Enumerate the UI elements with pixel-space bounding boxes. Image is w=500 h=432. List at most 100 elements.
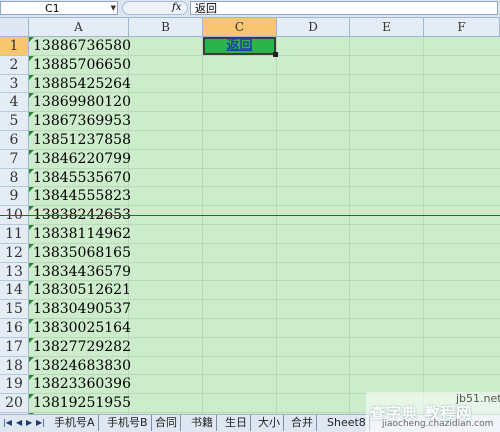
chevron-down-icon[interactable]: ▼ [111, 2, 116, 15]
column-header-b[interactable]: B [129, 18, 203, 37]
row-header[interactable]: 3 [0, 74, 29, 94]
number-as-text-indicator-icon [29, 319, 34, 324]
cell-a[interactable]: 13830025164 [29, 319, 131, 338]
cell-a[interactable]: 13886736580 [29, 37, 131, 56]
row-header[interactable]: 9 [0, 187, 29, 207]
cell-a[interactable]: 13869980120 [29, 93, 131, 112]
cell-value: 13823360396 [33, 376, 131, 393]
cell-a[interactable]: 13823360396 [29, 375, 131, 394]
cell-a[interactable]: 13830490537 [29, 300, 131, 319]
cell-a[interactable]: 13830512621 [29, 281, 131, 300]
cell-value: 13867369953 [33, 113, 131, 130]
number-as-text-indicator-icon [29, 93, 34, 99]
row-header[interactable]: 12 [0, 243, 29, 263]
number-as-text-indicator-icon [29, 149, 34, 155]
number-as-text-indicator-icon [29, 243, 34, 249]
cell-a[interactable]: 13845535670 [29, 168, 131, 188]
row-header[interactable]: 2 [0, 55, 29, 75]
formula-input[interactable]: 返回 [190, 1, 498, 15]
first-sheet-icon[interactable]: |◀ [3, 417, 12, 429]
return-button[interactable]: 返回 [203, 37, 276, 55]
freeze-split-line [0, 215, 500, 216]
spreadsheet-grid[interactable]: A B C D E F 1 13886736580 2 13885706650 3 138854252… [0, 18, 500, 432]
name-box[interactable]: C1 ▼ [0, 1, 118, 15]
last-sheet-icon[interactable]: ▶| [36, 417, 45, 429]
cell-value: 13830025164 [33, 320, 131, 336]
sheet-tab[interactable]: 书籍 [188, 415, 217, 431]
cell-a[interactable]: 13851237858 [29, 131, 131, 150]
cell-value: 13834436579 [33, 263, 131, 280]
cell-value: 13844555823 [33, 188, 131, 205]
name-box-value: C1 [45, 2, 60, 15]
prev-sheet-icon[interactable]: ◀ [16, 417, 22, 429]
formula-bar: C1 ▼ fx 返回 [0, 0, 500, 18]
row-header[interactable]: 8 [0, 168, 29, 188]
cell-a[interactable]: 13824683830 [29, 356, 131, 376]
watermark-url: jiaocheng.chazidian.com [382, 419, 494, 429]
row-header[interactable]: 15 [0, 300, 29, 319]
sheet-tab[interactable]: 合并 [288, 415, 317, 431]
row-header[interactable]: 17 [0, 337, 29, 357]
sheet-tab[interactable]: 生日 [222, 415, 251, 431]
column-header-a[interactable]: A [29, 18, 129, 37]
sheet-tab[interactable]: 合同 [152, 415, 181, 431]
number-as-text-indicator-icon [29, 112, 34, 118]
cell-a[interactable]: 13844555823 [29, 187, 131, 206]
number-as-text-indicator-icon [29, 55, 34, 61]
number-as-text-indicator-icon [29, 300, 34, 306]
cell-a[interactable]: 13846220799 [29, 149, 131, 169]
cell-value: 13824683830 [33, 357, 131, 374]
grid-column-line [423, 37, 424, 414]
row-header[interactable]: 7 [0, 149, 29, 169]
cell-value: 13845535670 [33, 169, 131, 186]
number-as-text-indicator-icon [29, 225, 34, 230]
cell-value: 13827729282 [33, 338, 131, 355]
cell-a[interactable]: 13885706650 [29, 55, 131, 75]
number-as-text-indicator-icon [29, 37, 34, 42]
row-header[interactable]: 14 [0, 281, 29, 301]
number-as-text-indicator-icon [29, 206, 34, 212]
row-header[interactable]: 16 [0, 319, 29, 338]
column-header-c[interactable]: C [203, 18, 277, 37]
cell-a[interactable]: 13834436579 [29, 262, 131, 282]
column-header-e[interactable]: E [350, 18, 424, 37]
sheet-tab[interactable]: 大小 [255, 415, 284, 431]
cell-a[interactable]: 13819251955 [29, 394, 131, 413]
cell-value: 13835068165 [33, 244, 131, 261]
row-header[interactable]: 18 [0, 356, 29, 376]
cell-a[interactable]: 13867369953 [29, 112, 131, 131]
cell-value: 13851237858 [33, 132, 131, 148]
cell-a[interactable]: 13838114962 [29, 225, 131, 244]
cell-value: 13886736580 [33, 38, 131, 54]
cell-value: 13885425264 [33, 75, 131, 92]
number-as-text-indicator-icon [29, 187, 34, 193]
row-header[interactable]: 19 [0, 375, 29, 395]
row-header[interactable]: 5 [0, 112, 29, 131]
number-as-text-indicator-icon [29, 168, 34, 174]
cell-value: 13846220799 [33, 150, 131, 167]
column-header-d[interactable]: D [277, 18, 350, 37]
row-header[interactable]: 6 [0, 131, 29, 150]
row-header[interactable]: 13 [0, 262, 29, 282]
fill-handle[interactable] [273, 52, 278, 57]
sheet-tab[interactable]: Sheet8 [324, 415, 370, 431]
select-all-corner[interactable] [0, 18, 29, 37]
cell-a[interactable]: 13835068165 [29, 243, 131, 263]
number-as-text-indicator-icon [29, 281, 34, 287]
number-as-text-indicator-icon [29, 375, 34, 381]
row-header[interactable]: 1 [0, 37, 29, 56]
row-header[interactable]: 20 [0, 394, 29, 413]
sheet-tab[interactable]: 手机号A [51, 415, 99, 431]
cell-value: 13830512621 [33, 282, 131, 299]
sheet-tab[interactable]: 手机号B [104, 415, 152, 431]
formula-text: 返回 [195, 2, 217, 15]
row-header[interactable]: 11 [0, 225, 29, 244]
insert-function-icon[interactable]: fx [172, 0, 181, 15]
column-header-f[interactable]: F [424, 18, 500, 37]
row-header[interactable]: 4 [0, 93, 29, 113]
cell-a[interactable]: 13827729282 [29, 337, 131, 357]
cell-value: 13830490537 [33, 301, 131, 318]
cell-a[interactable]: 13885425264 [29, 74, 131, 94]
next-sheet-icon[interactable]: ▶ [26, 417, 32, 429]
cell-value: 13885706650 [33, 56, 131, 73]
